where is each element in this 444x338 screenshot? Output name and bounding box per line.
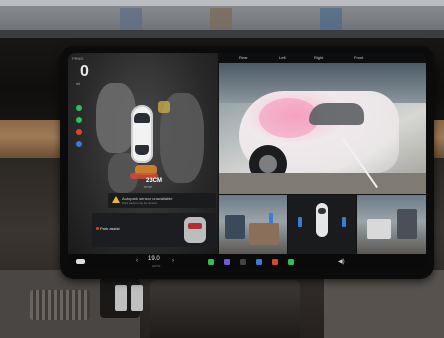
left-camera-view[interactable] bbox=[219, 195, 287, 254]
gear-status-strip: PRND bbox=[72, 56, 84, 61]
neighbor-car-window bbox=[309, 103, 364, 125]
touchscreen-bezel: PRND 0 mi 23CM STOP Autopark sensor unav… bbox=[60, 46, 434, 279]
floor-mat-right bbox=[324, 270, 444, 338]
record-icon bbox=[96, 227, 99, 230]
vehicle-model bbox=[131, 105, 153, 163]
vehicle-windshield bbox=[134, 113, 150, 123]
main-camera-view[interactable] bbox=[219, 63, 426, 194]
top-down-vehicle bbox=[316, 203, 328, 237]
status-indicator bbox=[76, 105, 82, 111]
temp-up-icon[interactable]: › bbox=[172, 258, 174, 264]
blue-marker bbox=[269, 213, 273, 223]
camera-floor bbox=[219, 173, 426, 194]
right-camera-view[interactable] bbox=[357, 195, 426, 254]
status-indicator bbox=[76, 141, 82, 147]
speed-readout: 0 bbox=[80, 63, 89, 80]
blue-marker bbox=[342, 217, 346, 227]
center-console bbox=[150, 280, 300, 338]
camera-tab[interactable]: Rear bbox=[239, 55, 248, 60]
status-indicator bbox=[76, 117, 82, 123]
app-launcher-icon[interactable] bbox=[240, 259, 246, 265]
garage-object bbox=[367, 219, 391, 239]
climate-mode: AUTO bbox=[152, 264, 161, 268]
alert-subtitle: Park assist may be limited bbox=[122, 201, 157, 205]
speed-unit: mi bbox=[76, 81, 81, 86]
distance-readout: 23CM bbox=[146, 178, 163, 184]
spotify-app-icon[interactable] bbox=[288, 259, 294, 265]
alert-card[interactable]: Autopark sensor unavailable Park assist … bbox=[108, 193, 216, 208]
shelf-rack bbox=[120, 8, 142, 30]
car-visualization-panel: PRND 0 mi 23CM STOP Autopark sensor unav… bbox=[68, 53, 218, 254]
distance-status: STOP bbox=[144, 185, 153, 189]
park-assist-label: Park assist bbox=[100, 226, 120, 231]
camera-tab[interactable]: Front bbox=[354, 55, 363, 60]
pedal bbox=[115, 285, 127, 311]
car-icon[interactable] bbox=[76, 259, 85, 264]
camera-header: Rear Left Right Front bbox=[219, 53, 426, 63]
occupancy-shape bbox=[96, 83, 136, 153]
phone-app-icon[interactable] bbox=[208, 259, 214, 265]
proximity-zone-mid bbox=[158, 101, 170, 113]
cabin-temperature[interactable]: 19.0 bbox=[148, 256, 160, 262]
camera-app-icon[interactable] bbox=[272, 259, 278, 265]
blue-marker bbox=[298, 217, 302, 227]
garage-object bbox=[397, 209, 417, 239]
ceiling-beam bbox=[0, 0, 444, 6]
mini-vehicle-icon bbox=[184, 217, 206, 243]
warning-icon bbox=[112, 196, 120, 203]
vehicle-rear-glass bbox=[135, 145, 149, 155]
camera-tab[interactable]: Left bbox=[279, 55, 286, 60]
touchscreen: PRND 0 mi 23CM STOP Autopark sensor unav… bbox=[68, 53, 426, 270]
wall-shelf bbox=[0, 30, 444, 38]
garage-object bbox=[249, 223, 279, 245]
status-indicator bbox=[76, 129, 82, 135]
park-assist-card[interactable]: Park assist bbox=[92, 213, 216, 247]
shelf-rack bbox=[210, 8, 232, 30]
volume-icon[interactable]: ◀) bbox=[338, 258, 345, 265]
shelf-rack bbox=[320, 8, 342, 30]
top-down-view[interactable] bbox=[288, 195, 356, 254]
bluetooth-app-icon[interactable] bbox=[256, 259, 262, 265]
bottom-dock: ‹ 19.0 AUTO › ◀) bbox=[68, 254, 426, 270]
camera-tab[interactable]: Right bbox=[314, 55, 323, 60]
seat-cushion bbox=[30, 290, 90, 320]
temp-down-icon[interactable]: ‹ bbox=[136, 258, 138, 264]
pedal bbox=[131, 285, 143, 311]
garage-object bbox=[225, 215, 245, 239]
media-app-icon[interactable] bbox=[224, 259, 230, 265]
